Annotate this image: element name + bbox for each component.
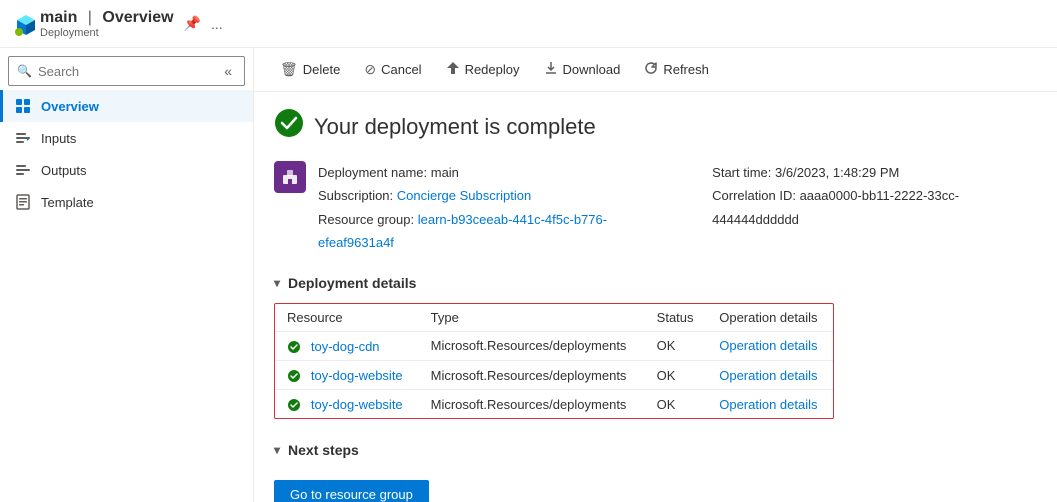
- col-status: Status: [645, 304, 708, 332]
- table-row: toy-dog-cdn Microsoft.Resources/deployme…: [275, 331, 833, 360]
- correlation-id-row: Correlation ID: aaaa0000-bb11-2222-33cc-…: [712, 184, 1037, 231]
- redeploy-button[interactable]: Redeploy: [436, 56, 530, 83]
- refresh-icon: [644, 61, 658, 78]
- deployment-rg-row: Resource group: learn-b93ceeab-441c-4f5c…: [318, 208, 672, 255]
- status-cell: OK: [645, 360, 708, 389]
- pin-button[interactable]: 📌: [182, 13, 203, 34]
- details-table: Resource Type Status Operation details: [275, 304, 833, 419]
- table-row: toy-dog-website Microsoft.Resources/depl…: [275, 390, 833, 419]
- refresh-button[interactable]: Refresh: [634, 56, 719, 83]
- main-layout: 🔍 « Overview Inputs Outputs: [0, 48, 1057, 502]
- op-details-link[interactable]: Operation details: [719, 338, 817, 353]
- main-title: main | Overview: [40, 9, 174, 27]
- col-type: Type: [419, 304, 645, 332]
- deployment-info-left: Deployment name: main Subscription: Conc…: [274, 161, 672, 255]
- delete-icon: 🗑: [280, 61, 298, 78]
- next-steps-section: ▾ Next steps Go to resource group: [274, 442, 1037, 502]
- header-subtitle: Deployment: [40, 27, 174, 39]
- status-check-icon: [274, 108, 304, 145]
- resource-link[interactable]: toy-dog-website: [311, 368, 403, 383]
- download-icon: [544, 61, 558, 78]
- sidebar-item-outputs[interactable]: Outputs: [0, 154, 253, 186]
- op-details-link[interactable]: Operation details: [719, 397, 817, 412]
- deployment-meta: Deployment name: main Subscription: Conc…: [318, 161, 672, 255]
- status-cell: OK: [645, 331, 708, 360]
- go-to-resource-group-button[interactable]: Go to resource group: [274, 480, 429, 502]
- top-header: main | Overview Deployment 📌 ...: [0, 0, 1057, 48]
- type-cell: Microsoft.Resources/deployments: [419, 331, 645, 360]
- row-check-icon: [287, 396, 305, 412]
- sidebar-item-template[interactable]: Template: [0, 186, 253, 218]
- deployment-status: Your deployment is complete: [274, 108, 1037, 145]
- subscription-link[interactable]: Concierge Subscription: [397, 188, 531, 203]
- next-steps-chevron-icon: ▾: [274, 443, 280, 457]
- search-box[interactable]: 🔍 «: [8, 56, 245, 86]
- table-row: toy-dog-website Microsoft.Resources/depl…: [275, 360, 833, 389]
- inputs-label: Inputs: [41, 131, 76, 146]
- deployment-info: Deployment name: main Subscription: Conc…: [274, 161, 1037, 255]
- type-cell: Microsoft.Resources/deployments: [419, 360, 645, 389]
- deployment-name-row: Deployment name: main: [318, 161, 672, 184]
- details-chevron-icon: ▾: [274, 276, 280, 290]
- sidebar-item-inputs[interactable]: Inputs: [0, 122, 253, 154]
- deployment-details-section[interactable]: ▾ Deployment details: [274, 275, 1037, 291]
- cancel-button[interactable]: ⊘ Cancel: [354, 56, 431, 83]
- row-check-icon: [287, 367, 305, 383]
- collapse-button[interactable]: «: [220, 61, 236, 81]
- redeploy-icon: [446, 61, 460, 78]
- outputs-label: Outputs: [41, 163, 87, 178]
- deployment-info-right: Start time: 3/6/2023, 1:48:29 PM Correla…: [712, 161, 1037, 231]
- search-input[interactable]: [38, 64, 220, 79]
- toolbar: 🗑 Delete ⊘ Cancel Redeploy Download: [254, 48, 1057, 92]
- status-cell: OK: [645, 390, 708, 419]
- details-table-wrapper: Resource Type Status Operation details: [274, 303, 834, 420]
- col-op-details: Operation details: [707, 304, 833, 332]
- overview-icon: [15, 98, 31, 114]
- sidebar-item-overview[interactable]: Overview: [0, 90, 253, 122]
- template-icon: [15, 194, 31, 210]
- col-resource: Resource: [275, 304, 419, 332]
- outputs-icon: [15, 162, 31, 178]
- overview-label: Overview: [41, 99, 99, 114]
- sidebar: 🔍 « Overview Inputs Outputs: [0, 48, 254, 502]
- deployment-title: Your deployment is complete: [314, 114, 596, 140]
- template-label: Template: [41, 195, 94, 210]
- resource-link[interactable]: toy-dog-cdn: [311, 339, 380, 354]
- resource-link[interactable]: toy-dog-website: [311, 397, 403, 412]
- start-time-row: Start time: 3/6/2023, 1:48:29 PM: [712, 161, 1037, 184]
- next-steps-title: Next steps: [288, 442, 359, 458]
- header-title-block: main | Overview Deployment: [40, 9, 174, 39]
- row-check-icon: [287, 338, 305, 354]
- app-logo: [12, 10, 40, 38]
- more-button[interactable]: ...: [209, 14, 225, 34]
- inputs-icon: [15, 130, 31, 146]
- delete-button[interactable]: 🗑 Delete: [270, 56, 350, 83]
- deployment-subscription-row: Subscription: Concierge Subscription: [318, 184, 672, 207]
- page-content: Your deployment is complete Deployment: [254, 92, 1057, 502]
- next-steps-header[interactable]: ▾ Next steps: [274, 442, 1037, 458]
- content-area: 🗑 Delete ⊘ Cancel Redeploy Download: [254, 48, 1057, 502]
- details-section-title: Deployment details: [288, 275, 416, 291]
- cancel-icon: ⊘: [364, 61, 376, 78]
- download-button[interactable]: Download: [534, 56, 631, 83]
- search-icon: 🔍: [17, 64, 32, 78]
- op-details-link[interactable]: Operation details: [719, 368, 817, 383]
- deployment-icon: [274, 161, 306, 193]
- type-cell: Microsoft.Resources/deployments: [419, 390, 645, 419]
- header-icons: 📌 ...: [182, 13, 225, 34]
